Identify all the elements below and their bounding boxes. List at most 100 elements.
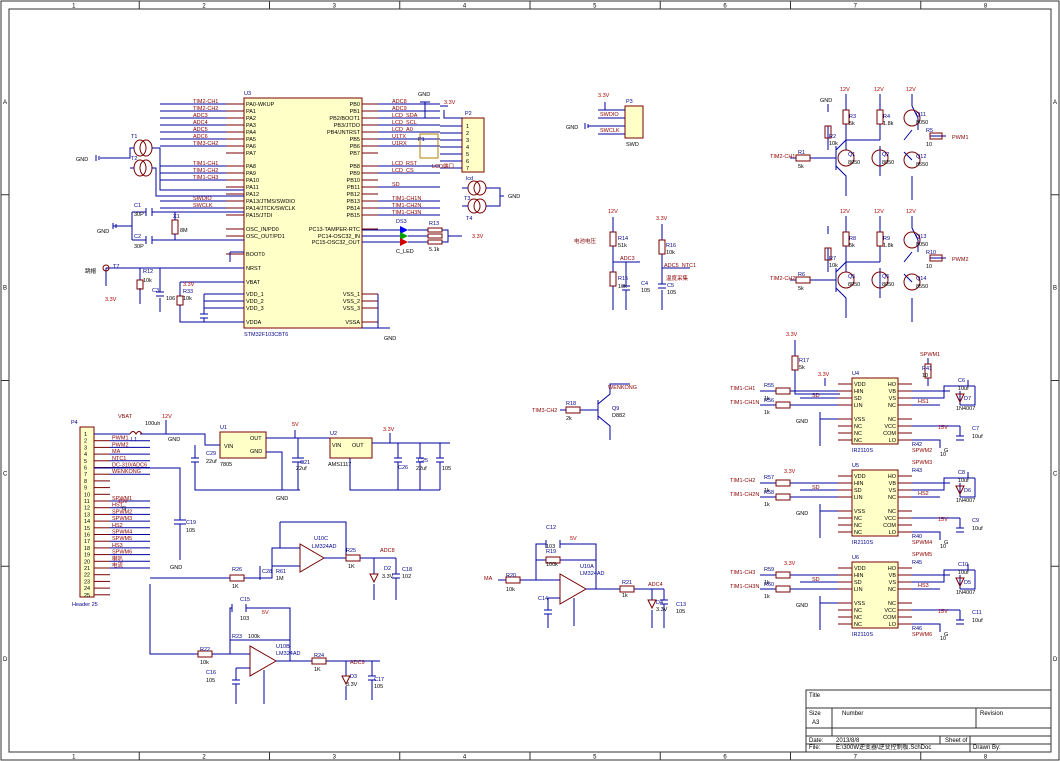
r4-value: 1.8k <box>883 121 894 127</box>
u10a-ref: U10A <box>580 564 594 570</box>
mcu-net-right: LCD_SDA <box>392 113 418 119</box>
r6-ref: R6 <box>798 272 805 278</box>
v33-r17: 3.3V <box>786 332 798 338</box>
driver-cap-a-value: 10uf <box>958 478 969 484</box>
row-label-left: D <box>3 657 8 663</box>
revision-label: Revision <box>980 711 1003 717</box>
r14-value: 51k <box>618 243 627 249</box>
driver-pin-right: HO <box>888 474 897 480</box>
mcu-pin-left: PA15/JTDI <box>246 213 273 219</box>
d3-value: 3.3V <box>346 682 358 688</box>
r12-value: 10k <box>143 278 152 284</box>
regulator-u1: U1 VIN OUT GND 7805 C29 22uf C21 22uf 5V… <box>170 422 330 502</box>
frame-ticks: 1122334455667788A AB BC CD D <box>1 1 1059 761</box>
driver-pin-left: NC <box>854 523 862 529</box>
c18-ref: C18 <box>402 567 412 573</box>
t1-ref: T1 <box>131 134 137 140</box>
driver-pin-left: VDD <box>854 382 866 388</box>
drawn-by-label: Drawn By: <box>973 745 1001 751</box>
r41-ref: R41 <box>922 366 932 372</box>
q5-value: 8050 <box>848 282 860 288</box>
r3-ref: R3 <box>849 114 856 120</box>
driver-pin-left: VSS <box>854 417 865 423</box>
driver-pin-right: HO <box>888 566 897 572</box>
d3-ref: D3 <box>350 674 357 680</box>
c29-value: 22uf <box>206 459 217 465</box>
driver-part: IR2110S <box>852 632 873 638</box>
p4-pin-number: 13 <box>84 512 90 518</box>
c16-ref: C16 <box>206 670 216 676</box>
gnd-c19: GND <box>170 565 182 571</box>
gnd-q: GND <box>820 98 832 104</box>
p2-pin-number: 1 <box>466 124 469 130</box>
r41-value: 10 <box>922 373 928 379</box>
t7-ref: T7 <box>113 264 119 270</box>
gnd-label-t3: GND <box>508 194 520 200</box>
battery-voltage-label: 电池电压 <box>574 237 597 245</box>
r23-value: 100k <box>248 634 260 640</box>
mcu-net-right: U1RX <box>392 141 407 147</box>
p4-pin-number: 6 <box>84 466 87 472</box>
p4-pin-number: 22 <box>84 573 90 579</box>
row-label-right: A <box>1053 100 1057 106</box>
driver-spwm-low: SPWM6 <box>912 632 932 638</box>
driver-cap-b-ref: C9 <box>972 518 979 524</box>
driver-lin-net: TIM1-CH1N <box>730 400 759 406</box>
driver-pin-left: SD <box>854 488 862 494</box>
mcu-pin-left: VDD_2 <box>246 299 264 305</box>
driver-g: G <box>944 632 948 638</box>
p4-pin-number: 24 <box>84 586 90 592</box>
r17-ref: R17 <box>799 358 809 364</box>
driver-pin-right: VB <box>889 573 897 579</box>
q12-value: 8550 <box>916 162 928 168</box>
driver-pin-left: NC <box>854 424 862 430</box>
p4-net-label: PWM1 <box>112 436 129 442</box>
mcu-pin-right: PB1 <box>350 109 360 115</box>
u10a-part: LM324AD <box>580 571 604 577</box>
p4-net-label: HS3 <box>112 543 123 549</box>
driver-15v: 15V <box>938 609 948 615</box>
pwm1-out-label: PWM1 <box>952 135 969 141</box>
driver-cap-a-ref: C8 <box>958 470 965 476</box>
r2-value: 10k <box>829 141 838 147</box>
temperature-sense: 3.3V R16 10k C5 105 ADC5_NTC1 温度采集 <box>656 216 696 310</box>
q14-value: 8550 <box>916 284 928 290</box>
tim2ch1-label: TIM2-CH1 <box>770 154 795 160</box>
gnd-mcu: GND <box>384 336 396 342</box>
mcu-pin-right: PB2/BOOT1 <box>329 116 360 122</box>
r5-ref: R5 <box>926 128 933 134</box>
mcu-net-left: TIM2-CH1 <box>193 99 218 105</box>
ds3-ref: DS3 <box>396 219 407 225</box>
mcu-pin-left: PA7 <box>246 151 256 157</box>
p4-pin-number: 18 <box>84 546 90 552</box>
swd-label: SWD <box>626 142 639 148</box>
c25-value: 22uf <box>416 466 427 472</box>
mcu-pin-left: OSC_OUT/PD1 <box>246 234 285 240</box>
v12-q5: 12V <box>840 209 850 215</box>
driver-diode-ref: D7 <box>964 396 971 402</box>
mcu-pin-right: PB3/JTDO <box>334 123 361 129</box>
r4-ref: R4 <box>883 114 890 120</box>
u2-in: VIN <box>332 443 341 449</box>
c14-ref: C14 <box>538 596 548 602</box>
row-label-right: B <box>1053 286 1057 292</box>
driver-gnd: GND <box>796 603 808 609</box>
crystal-circuit: C1 30P C2 30P X1 8M GND <box>97 203 244 250</box>
driver-cap-a-value: 10uf <box>958 386 969 392</box>
mcu-pin-left: OSC_IN/PD0 <box>246 227 279 233</box>
u10c-ref: U10C <box>314 536 328 542</box>
q2-ref: Q2 <box>882 152 889 158</box>
c15-value: 103 <box>240 616 249 622</box>
p4-net-label: HS2 <box>112 523 123 529</box>
mcu-net-left: ADC3 <box>193 113 208 119</box>
mcu-net-left: ADC6 <box>193 134 208 140</box>
driver-sd-net: SD <box>812 577 820 583</box>
wenkong-label: WENKONG <box>608 385 637 391</box>
driver-pin-left: NC <box>854 438 862 444</box>
mcu-pin-left: PA12 <box>246 192 259 198</box>
mcu-net-left: TIM1-CH1 <box>193 161 218 167</box>
mcu-net-right: TIM1-CH2N <box>392 203 421 209</box>
p4-ref: P4 <box>71 420 78 426</box>
q2-value: 8050 <box>882 160 894 166</box>
u1-out: OUT <box>250 436 262 442</box>
